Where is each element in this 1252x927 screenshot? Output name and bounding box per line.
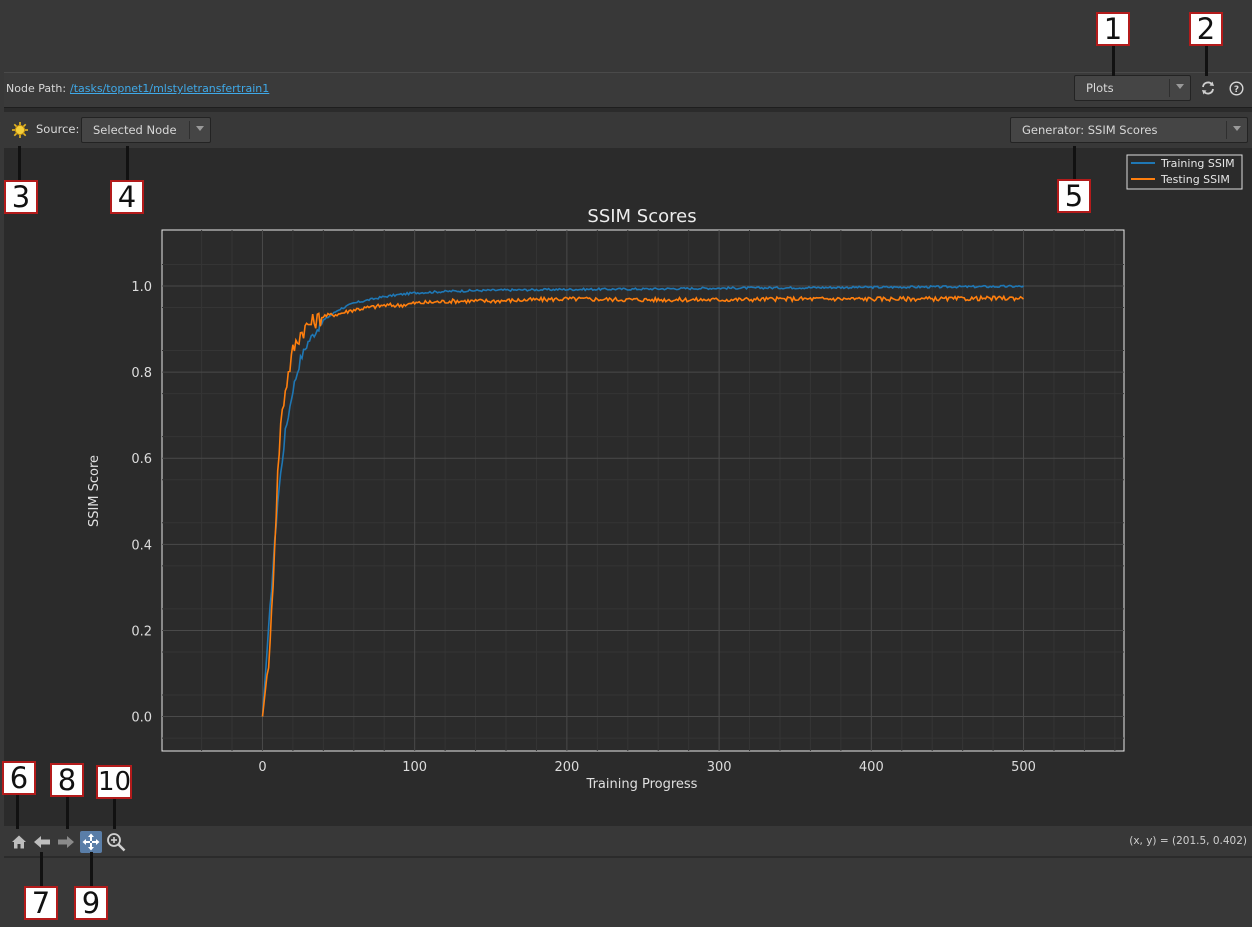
x-tick-label: 500	[1011, 760, 1036, 775]
forward-button[interactable]	[56, 832, 76, 852]
pan-icon	[82, 833, 100, 851]
legend-entry-training: Training SSIM	[1160, 157, 1235, 170]
x-tick-label: 400	[859, 760, 884, 775]
callout-9: 9	[74, 886, 108, 920]
callout-8: 8	[50, 763, 84, 797]
callout-3: 3	[4, 180, 38, 214]
callout-8-leader	[66, 797, 69, 829]
chart-title: SSIM Scores	[587, 206, 696, 227]
callout-7: 7	[24, 886, 58, 920]
callout-5-leader	[1073, 146, 1076, 179]
plot-axes-frame	[161, 229, 1125, 752]
x-tick-label: 100	[402, 760, 427, 775]
callout-5: 5	[1057, 179, 1091, 213]
callout-2: 2	[1189, 12, 1223, 46]
y-tick-label: 0.8	[131, 366, 152, 381]
y-tick-label: 0.0	[131, 711, 152, 726]
arrow-left-icon	[34, 836, 50, 848]
cursor-coordinates: (x, y) = (201.5, 0.402)	[1129, 835, 1247, 847]
home-button[interactable]	[9, 832, 29, 852]
callout-4-leader	[126, 146, 129, 180]
callout-1: 1	[1096, 12, 1130, 46]
plot-nav-toolbar	[4, 826, 1252, 856]
y-tick-label: 0.6	[131, 452, 152, 467]
callout-10: 10	[96, 765, 132, 799]
callout-9-leader	[90, 852, 93, 886]
callout-7-leader	[40, 852, 43, 886]
legend-entry-testing: Testing SSIM	[1160, 173, 1230, 186]
y-tick-label: 1.0	[131, 280, 152, 295]
y-axis-label: SSIM Score	[87, 455, 102, 527]
y-tick-label: 0.4	[131, 538, 152, 553]
pan-button[interactable]	[80, 831, 102, 853]
callout-10-leader	[113, 799, 116, 829]
callout-6-leader	[16, 795, 19, 829]
ssim-chart[interactable]: 0 100 200 300 400 500 0.0 0.2 0.4 0.6 0.8 1.0 SSIM …	[0, 0, 1252, 927]
x-tick-label: 0	[258, 760, 266, 775]
zoom-button[interactable]	[105, 831, 127, 853]
back-button[interactable]	[32, 832, 52, 852]
arrow-right-icon	[58, 836, 74, 848]
callout-6: 6	[2, 761, 36, 795]
x-axis-label: Training Progress	[586, 777, 698, 792]
callout-3-leader	[18, 146, 21, 180]
x-tick-label: 200	[554, 760, 579, 775]
zoom-icon	[107, 833, 126, 852]
home-icon	[12, 835, 26, 849]
y-tick-label: 0.2	[131, 624, 152, 639]
chart-legend: Training SSIM Testing SSIM	[1126, 154, 1243, 190]
callout-4: 4	[110, 180, 144, 214]
callout-2-leader	[1205, 46, 1208, 76]
x-tick-label: 300	[707, 760, 732, 775]
callout-1-leader	[1112, 46, 1115, 76]
